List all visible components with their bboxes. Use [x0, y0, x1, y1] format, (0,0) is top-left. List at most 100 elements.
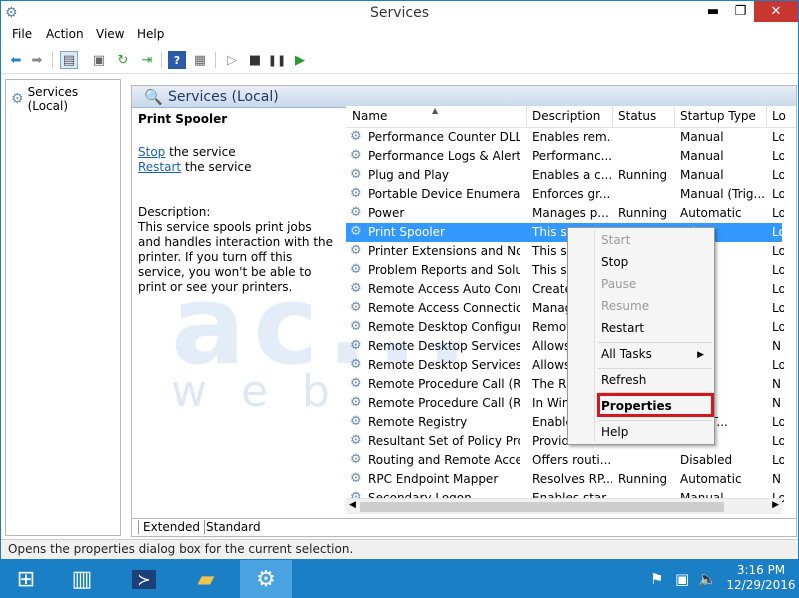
table-row[interactable]: ⚙Printer Extensions and Notif...This sel…: [346, 242, 784, 261]
cell-log-on: Lo: [772, 453, 784, 467]
table-row[interactable]: ⚙ Routing and Remote Access Offers routi..…: [346, 451, 784, 470]
pause-icon[interactable]: ❚❚: [268, 51, 286, 69]
col-description[interactable]: Description: [532, 109, 600, 123]
services-taskbar-button[interactable]: ⚙: [240, 560, 292, 598]
context-resume[interactable]: Resume: [601, 299, 649, 313]
table-row[interactable]: ⚙ RPC Endpoint Mapper Resolves RP... Runnin…: [346, 470, 782, 489]
server-manager-button[interactable]: ▥: [56, 560, 108, 598]
tab-extended[interactable]: Extended: [138, 520, 205, 534]
table-row[interactable]: ⚙Remote Access Auto Conne...CreatelLo: [346, 280, 784, 299]
table-row[interactable]: ⚙Problem Reports and Soluti...This selLo: [346, 261, 784, 280]
minimize-button[interactable]: ▬: [699, 1, 727, 22]
service-gear-icon: ⚙: [350, 414, 362, 429]
cell-name: Remote Desktop Services U...: [368, 358, 520, 372]
service-gear-icon: ⚙: [350, 433, 362, 448]
table-row[interactable]: ⚙ Plug and Play Enables a c... Running Manua…: [346, 166, 784, 185]
network-icon[interactable]: ▣: [675, 570, 689, 588]
title-bar[interactable]: ⚙ Services ▬ ❐ ✕: [1, 1, 798, 25]
restart-service-link[interactable]: Restart: [138, 160, 181, 174]
col-divider[interactable]: [526, 106, 527, 128]
powershell-button[interactable]: ≻: [118, 560, 170, 598]
cell-name: Remote Registry: [368, 415, 468, 429]
back-icon[interactable]: ⬅: [7, 51, 25, 69]
horizontal-scroll-thumb[interactable]: [360, 502, 724, 512]
refresh-icon[interactable]: ↻: [114, 51, 132, 69]
table-row[interactable]: ⚙ Performance Counter DLL ... Enables rem.…: [346, 128, 784, 147]
detail-service-name: Print Spooler: [138, 112, 228, 126]
help-icon[interactable]: ?: [168, 51, 186, 69]
tree-item-services-local[interactable]: ⚙ Services (Local): [11, 85, 120, 113]
speaker-muted-icon[interactable]: 🔈: [698, 570, 717, 588]
service-gear-icon: ⚙: [350, 148, 362, 163]
forward-icon[interactable]: ➡: [28, 51, 46, 69]
menu-view[interactable]: View: [96, 27, 124, 41]
scroll-left-icon[interactable]: ◀: [349, 500, 356, 510]
menu-file[interactable]: File: [12, 27, 32, 41]
maximize-button[interactable]: ❐: [727, 1, 754, 22]
scroll-right-icon[interactable]: ▶: [772, 500, 779, 510]
table-row[interactable]: ⚙Remote Procedure Call (RP...In WinlN: [346, 394, 782, 413]
file-explorer-button[interactable]: ▰: [180, 560, 232, 598]
toolbar-separator: [161, 52, 162, 68]
col-divider[interactable]: [674, 106, 675, 128]
context-all-tasks[interactable]: All Tasks: [601, 347, 652, 361]
cell-name: Resultant Set of Policy Provi...: [368, 434, 520, 448]
cell-description: Manages p...: [532, 206, 609, 220]
context-help[interactable]: Help: [601, 425, 628, 439]
col-divider[interactable]: [766, 106, 767, 128]
play-icon[interactable]: ▷: [223, 51, 241, 69]
col-name[interactable]: Name: [352, 109, 387, 123]
cell-startup-type: Automatic: [680, 472, 742, 486]
cell-log-on: N: [772, 377, 781, 391]
col-startup-type[interactable]: Startup Type: [680, 109, 756, 123]
table-row[interactable]: ⚙Remote Access Connection...ManaglLo: [346, 299, 784, 318]
service-detail-panel: Print Spooler Stop the service Restart t…: [138, 112, 336, 295]
pane-header: 🔍 Services (Local): [132, 86, 796, 108]
show-hide-tree-icon[interactable]: ▤: [60, 51, 78, 69]
export-icon[interactable]: ⇥: [138, 51, 156, 69]
tab-standard[interactable]: Standard: [202, 520, 265, 534]
cell-startup-type: Manual: [680, 168, 724, 182]
powershell-icon: ≻: [132, 569, 156, 589]
table-row[interactable]: ⚙Remote Desktop Configurat...RemotlLo: [346, 318, 784, 337]
col-divider[interactable]: [612, 106, 613, 128]
menu-help[interactable]: Help: [137, 27, 164, 41]
restart-icon[interactable]: ▶: [291, 51, 309, 69]
context-refresh[interactable]: Refresh: [601, 373, 646, 387]
horizontal-scrollbar[interactable]: ◀ ▶: [346, 498, 782, 514]
properties-icon[interactable]: ▣: [90, 51, 108, 69]
table-row[interactable]: ⚙Remote Desktop ServicesAllowslN: [346, 337, 782, 356]
table-row[interactable]: ⚙ Performance Logs & Alerts Performanc... M…: [346, 147, 784, 166]
menu-action[interactable]: Action: [46, 27, 84, 41]
cell-description: Enables rem...: [532, 130, 612, 144]
cell-log-on: N: [772, 472, 781, 486]
flag-icon[interactable]: ⚑: [650, 570, 663, 588]
col-log-on[interactable]: Lo: [772, 109, 786, 123]
restart-line-suffix: the service: [181, 160, 252, 174]
col-status[interactable]: Status: [618, 109, 656, 123]
start-button[interactable]: ⊞: [0, 560, 52, 598]
table-row[interactable]: ⚙Remote RegistryEnableatic (T...Lo: [346, 413, 784, 432]
table-row[interactable]: ⚙ Portable Device Enumerator... Enforces g…: [346, 185, 784, 204]
close-button[interactable]: ✕: [754, 1, 798, 22]
stop-icon[interactable]: ■: [246, 51, 264, 69]
stop-service-link[interactable]: Stop: [138, 145, 165, 159]
column-header: ▲ Name Description Status Startup Type L…: [346, 106, 796, 128]
table-row[interactable]: ⚙Print SpoolerThis seaticLo: [346, 223, 784, 242]
cell-log-on: Lo: [772, 320, 784, 334]
context-restart[interactable]: Restart: [601, 321, 644, 335]
cell-log-on: Lo: [772, 434, 784, 448]
context-pause[interactable]: Pause: [601, 277, 636, 291]
context-stop[interactable]: Stop: [601, 255, 628, 269]
services-gear-icon: ⚙: [11, 91, 24, 107]
description-text: This service spools print jobs and handl…: [138, 220, 334, 294]
table-row[interactable]: ⚙ Power Manages p... Running Automatic Lo: [346, 204, 784, 223]
service-gear-icon: ⚙: [350, 338, 362, 353]
table-row[interactable]: ⚙Remote Desktop Services U...AllowslLo: [346, 356, 784, 375]
table-row[interactable]: ⚙Resultant Set of Policy Provi...Providl…: [346, 432, 784, 451]
view-icon[interactable]: ▦: [191, 51, 209, 69]
table-row[interactable]: ⚙Remote Procedure Call (RPC)The RPaticN: [346, 375, 782, 394]
context-separator: [598, 368, 712, 369]
context-start[interactable]: Start: [601, 233, 630, 247]
clock[interactable]: 3:16 PM 12/29/2016: [726, 563, 796, 593]
